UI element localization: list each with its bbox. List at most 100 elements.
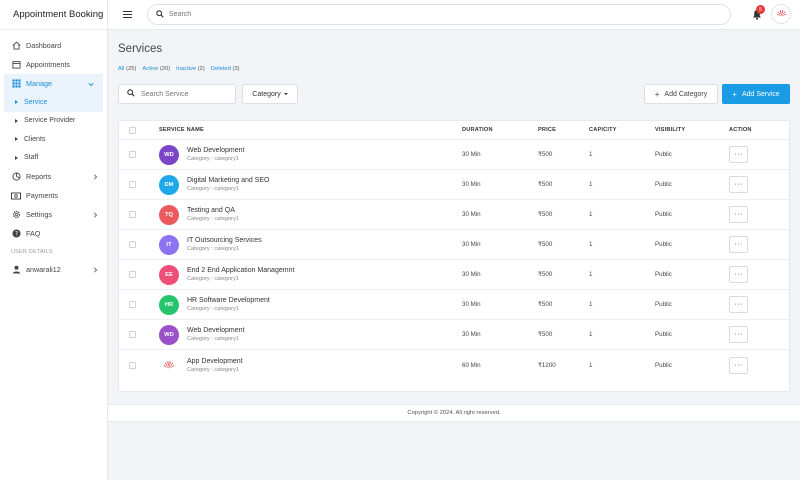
search-input[interactable]	[169, 11, 669, 18]
filter-active[interactable]: Active (20)	[142, 66, 170, 72]
global-search[interactable]	[147, 4, 731, 25]
more-actions-button[interactable]: ···	[729, 266, 748, 283]
duration-cell: 30 Min	[462, 301, 481, 308]
add-category-button[interactable]: + Add Category	[644, 84, 718, 104]
more-actions-button[interactable]: ···	[729, 206, 748, 223]
sidebar-subitem-clients[interactable]: Clients	[0, 130, 107, 149]
service-name-cell: TQ Testing and QA Category : category1	[159, 204, 239, 225]
service-name-cell: WD Web Development Category : category1	[159, 144, 244, 165]
grid-icon	[11, 79, 21, 89]
service-category: Category : category1	[187, 366, 239, 373]
more-actions-button[interactable]: ···	[729, 296, 748, 313]
duration-cell: 30 Min	[462, 211, 481, 218]
column-header-service-name: SERVICE NAME	[159, 127, 204, 133]
service-search-input[interactable]	[141, 90, 231, 98]
caret-right-icon	[15, 118, 18, 123]
sidebar-item-label: Reports	[26, 172, 52, 181]
sidebar-subitem-service-provider[interactable]: Service Provider	[0, 112, 107, 131]
sidebar-item-payments[interactable]: Payments	[0, 186, 107, 205]
more-actions-button[interactable]: ···	[729, 146, 748, 163]
action-cell: ···	[729, 326, 748, 343]
footer: Copyright © 2024. All right reserved.	[108, 404, 800, 422]
row-checkbox[interactable]	[129, 361, 136, 369]
more-actions-button[interactable]: ···	[729, 236, 748, 253]
table-row[interactable]: TQ Testing and QA Category : category1 3…	[119, 200, 789, 230]
row-checkbox[interactable]	[129, 181, 136, 188]
service-name-cell: App Development Category : category1	[159, 355, 243, 375]
column-header-action: ACTION	[729, 127, 752, 133]
avatar	[159, 355, 179, 375]
row-checkbox[interactable]	[129, 211, 136, 218]
duration-cell: 30 Min	[462, 181, 481, 188]
price-cell: ₹500	[538, 331, 553, 338]
search-icon	[127, 89, 135, 99]
service-name: Digital Marketing and SEO	[187, 177, 270, 184]
help-icon: ?	[11, 229, 21, 239]
more-actions-button[interactable]: ···	[729, 356, 748, 374]
row-checkbox[interactable]	[129, 241, 136, 248]
more-actions-button[interactable]: ···	[729, 326, 748, 343]
sidebar-item-faq[interactable]: ? FAQ	[0, 224, 107, 243]
filter-deleted[interactable]: Deleted (3)	[211, 66, 240, 72]
service-name: App Development	[187, 357, 243, 365]
column-header-capacity: CAPICITY	[589, 127, 617, 133]
caret-right-icon	[15, 137, 18, 142]
plus-icon: +	[654, 89, 660, 99]
category-dropdown[interactable]: Category	[242, 84, 298, 104]
price-cell: ₹500	[538, 211, 553, 218]
sidebar-item-label: FAQ	[26, 229, 41, 238]
capacity-cell: 1	[589, 181, 593, 188]
filter-inactive[interactable]: Inactive (2)	[176, 66, 205, 72]
gear-icon	[11, 210, 21, 220]
sidebar-item-dashboard[interactable]: Dashboard	[0, 36, 107, 55]
visibility-cell: Public	[655, 271, 672, 278]
chevron-down-icon	[88, 80, 94, 89]
user-avatar[interactable]	[771, 4, 791, 24]
table-row[interactable]: App Development Category : category1 60 …	[119, 350, 789, 380]
table-row[interactable]: EE End 2 End Application Managemnt Categ…	[119, 260, 789, 290]
capacity-cell: 1	[589, 241, 593, 248]
caret-right-icon	[15, 155, 18, 160]
sidebar-subitem-service[interactable]: Service	[4, 93, 103, 112]
more-actions-button[interactable]: ···	[729, 176, 748, 193]
table-body: WD Web Development Category : category1 …	[119, 140, 789, 380]
visibility-cell: Public	[655, 211, 672, 218]
add-service-button[interactable]: + Add Service	[722, 84, 790, 104]
table-row[interactable]: WD Web Development Category : category1 …	[119, 320, 789, 350]
avatar: WD	[159, 324, 179, 345]
table-row[interactable]: HR HR Software Development Category : ca…	[119, 290, 789, 320]
avatar-initials: HR	[164, 301, 174, 308]
table-row[interactable]: DM Digital Marketing and SEO Category : …	[119, 170, 789, 200]
reports-icon	[11, 172, 21, 182]
price-cell: ₹500	[538, 271, 553, 278]
service-info: End 2 End Application Managemnt Category…	[187, 267, 294, 282]
sidebar-item-appointments[interactable]: Appointments	[0, 55, 107, 74]
services-table: SERVICE NAME DURATION PRICE CAPICITY VIS…	[118, 120, 790, 392]
sidebar-subitem-staff[interactable]: Staff	[0, 149, 107, 168]
duration-cell: 60 Min	[462, 361, 481, 369]
price-cell: ₹1200	[538, 361, 556, 369]
add-category-label: Add Category	[664, 90, 708, 98]
service-info: IT Outsourcing Services Category : categ…	[187, 237, 262, 252]
row-checkbox[interactable]	[129, 331, 136, 338]
sidebar-item-manage[interactable]: Manage	[4, 74, 103, 93]
duration-cell: 30 Min	[462, 271, 481, 278]
menu-icon[interactable]	[123, 11, 132, 19]
table-row[interactable]: IT IT Outsourcing Services Category : ca…	[119, 230, 789, 260]
sidebar-item-label: Dashboard	[26, 41, 62, 50]
sidebar-item-settings[interactable]: Settings	[0, 205, 107, 224]
avatar: WD	[159, 144, 179, 165]
row-checkbox[interactable]	[129, 271, 136, 278]
service-info: Testing and QA Category : category1	[187, 207, 239, 222]
table-row[interactable]: WD Web Development Category : category1 …	[119, 140, 789, 170]
capacity-cell: 1	[589, 271, 593, 278]
service-search[interactable]	[118, 84, 236, 104]
sidebar-item-user[interactable]: anwarali12	[0, 260, 107, 279]
row-checkbox[interactable]	[129, 151, 136, 158]
sidebar-item-reports[interactable]: Reports	[0, 167, 107, 186]
select-all-checkbox[interactable]	[129, 126, 136, 134]
price-cell: ₹500	[538, 151, 553, 158]
plus-icon: +	[732, 89, 737, 99]
row-checkbox[interactable]	[129, 301, 136, 308]
filter-all[interactable]: All (25)	[118, 66, 136, 72]
